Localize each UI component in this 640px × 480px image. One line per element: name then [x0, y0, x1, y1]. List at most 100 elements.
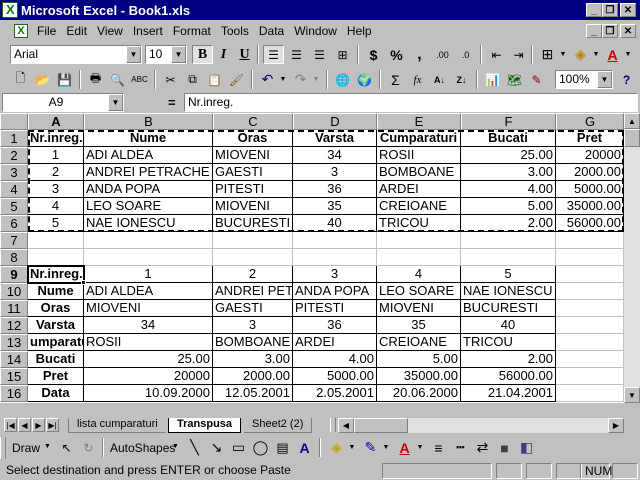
- excel-app-icon[interactable]: X: [2, 2, 18, 18]
- scroll-left-icon[interactable]: ◀: [338, 418, 354, 433]
- table1-cell[interactable]: 3: [28, 181, 84, 198]
- table2-cell[interactable]: 2: [213, 266, 293, 283]
- table1-cell[interactable]: 36: [293, 181, 377, 198]
- table1-cell[interactable]: 25.00: [461, 147, 556, 164]
- table2-cell[interactable]: 4: [377, 266, 461, 283]
- horizontal-scrollbar[interactable]: ◀ ▶: [338, 418, 624, 433]
- prev-sheet-icon[interactable]: ◀: [18, 418, 31, 432]
- table2-cell[interactable]: MIOVENI: [84, 300, 213, 317]
- zoom-combo[interactable]: 100% ▼: [555, 70, 613, 89]
- table2-cell[interactable]: ANDA POPA: [293, 283, 377, 300]
- table1-header-cell[interactable]: Bucati: [461, 130, 556, 147]
- hscroll-thumb[interactable]: [354, 418, 408, 433]
- undo-icon[interactable]: ↶: [257, 70, 278, 89]
- last-sheet-icon[interactable]: ▶|: [46, 418, 59, 432]
- empty-cell[interactable]: [556, 368, 624, 385]
- text-box-icon[interactable]: ▤: [272, 438, 293, 457]
- name-box[interactable]: A9 ▼: [2, 93, 124, 112]
- row-header-3[interactable]: 3: [0, 164, 28, 181]
- sheet-tab-sheet2-2[interactable]: Sheet2 (2): [244, 418, 313, 433]
- table2-label-cell[interactable]: Pret: [28, 368, 84, 385]
- table1-cell[interactable]: 2000.00: [556, 164, 624, 181]
- sheet-tab-transpusa[interactable]: Transpusa: [168, 418, 242, 433]
- sort-ascending-icon[interactable]: A↓: [429, 70, 450, 89]
- print-preview-icon[interactable]: 🔍: [107, 70, 128, 89]
- column-header-d[interactable]: D: [293, 113, 377, 130]
- table1-cell[interactable]: ANDA POPA: [84, 181, 213, 198]
- table2-cell[interactable]: 56000.00: [461, 368, 556, 385]
- tab-split-handle[interactable]: [330, 418, 336, 432]
- chevron-down-icon[interactable]: ▼: [172, 443, 179, 450]
- table1-cell[interactable]: ROSII: [377, 147, 461, 164]
- table2-cell[interactable]: LEO SOARE: [377, 283, 461, 300]
- column-header-a[interactable]: A: [28, 113, 84, 130]
- chevron-down-icon[interactable]: ▼: [171, 46, 186, 63]
- font-color-icon[interactable]: A: [394, 438, 415, 457]
- table2-cell[interactable]: 3.00: [213, 351, 293, 368]
- column-header-b[interactable]: B: [84, 113, 213, 130]
- draw-menu-button[interactable]: Draw: [12, 441, 40, 455]
- table1-header-cell[interactable]: Nr.inreg.: [28, 130, 84, 147]
- row-header-10[interactable]: 10: [0, 283, 28, 300]
- chevron-down-icon[interactable]: ▼: [591, 45, 601, 64]
- scroll-down-icon[interactable]: ▼: [624, 387, 640, 403]
- table1-cell[interactable]: CREIOANE: [377, 198, 461, 215]
- table1-cell[interactable]: ADI ALDEA: [84, 147, 213, 164]
- menu-help[interactable]: Help: [342, 24, 377, 38]
- table1-cell[interactable]: 2: [28, 164, 84, 181]
- row-header-13[interactable]: 13: [0, 334, 28, 351]
- row-header-16[interactable]: 16: [0, 385, 28, 402]
- empty-cell[interactable]: [213, 249, 293, 266]
- comma-style-button[interactable]: ,: [409, 45, 430, 64]
- table1-header-cell[interactable]: Varsta: [293, 130, 377, 147]
- table2-label-cell[interactable]: Nume: [28, 283, 84, 300]
- table1-cell[interactable]: 4.00: [461, 181, 556, 198]
- table2-cell[interactable]: 36: [293, 317, 377, 334]
- column-header-c[interactable]: C: [213, 113, 293, 130]
- table2-label-cell[interactable]: Data: [28, 385, 84, 402]
- table1-header-cell[interactable]: Oras: [213, 130, 293, 147]
- scroll-right-icon[interactable]: ▶: [608, 418, 624, 433]
- menu-format[interactable]: Format: [168, 24, 216, 38]
- table1-cell[interactable]: 40: [293, 215, 377, 232]
- scroll-up-icon[interactable]: ▲: [624, 113, 640, 129]
- chevron-down-icon[interactable]: ▼: [108, 94, 123, 111]
- chevron-down-icon[interactable]: ▼: [381, 438, 391, 457]
- autosum-button[interactable]: Σ: [385, 70, 406, 89]
- table2-cell[interactable]: BOMBOANE: [213, 334, 293, 351]
- empty-cell[interactable]: [556, 385, 624, 402]
- first-sheet-icon[interactable]: |◀: [4, 418, 17, 432]
- chevron-down-icon[interactable]: ▼: [311, 70, 321, 89]
- table1-cell[interactable]: 5.00: [461, 198, 556, 215]
- table1-cell[interactable]: 35: [293, 198, 377, 215]
- paste-function-button[interactable]: fx: [407, 70, 428, 89]
- bold-button[interactable]: B: [192, 45, 213, 64]
- autoshapes-menu-button[interactable]: AutoShapes: [110, 441, 175, 455]
- table2-cell[interactable]: 34: [84, 317, 213, 334]
- empty-cell[interactable]: [461, 232, 556, 249]
- table1-cell[interactable]: 4: [28, 198, 84, 215]
- table2-cell[interactable]: 4.00: [293, 351, 377, 368]
- fill-color-icon[interactable]: ◈: [326, 438, 347, 457]
- table2-cell[interactable]: 40: [461, 317, 556, 334]
- arrow-style-icon[interactable]: ⇄: [472, 438, 493, 457]
- redo-icon[interactable]: ↷: [290, 70, 311, 89]
- table1-cell[interactable]: 35000.00: [556, 198, 624, 215]
- table2-cell[interactable]: CREIOANE: [377, 334, 461, 351]
- format-painter-icon[interactable]: 🖌: [226, 70, 247, 89]
- empty-cell[interactable]: [293, 232, 377, 249]
- web-toolbar-icon[interactable]: 🌍: [354, 70, 375, 89]
- table2-label-cell[interactable]: umparatu: [28, 334, 84, 351]
- oval-icon[interactable]: ◯: [250, 438, 271, 457]
- menu-view[interactable]: View: [92, 24, 128, 38]
- empty-cell[interactable]: [84, 232, 213, 249]
- table1-header-cell[interactable]: Cumparaturi: [377, 130, 461, 147]
- restore-button[interactable]: ❐: [602, 3, 618, 17]
- doc-restore-button[interactable]: ❐: [602, 24, 618, 38]
- table2-cell[interactable]: 2000.00: [213, 368, 293, 385]
- chevron-down-icon[interactable]: ▼: [126, 46, 141, 63]
- table1-cell[interactable]: 3.00: [461, 164, 556, 181]
- empty-cell[interactable]: [461, 249, 556, 266]
- 3d-icon[interactable]: ◧: [516, 438, 537, 457]
- table1-header-cell[interactable]: Pret: [556, 130, 624, 147]
